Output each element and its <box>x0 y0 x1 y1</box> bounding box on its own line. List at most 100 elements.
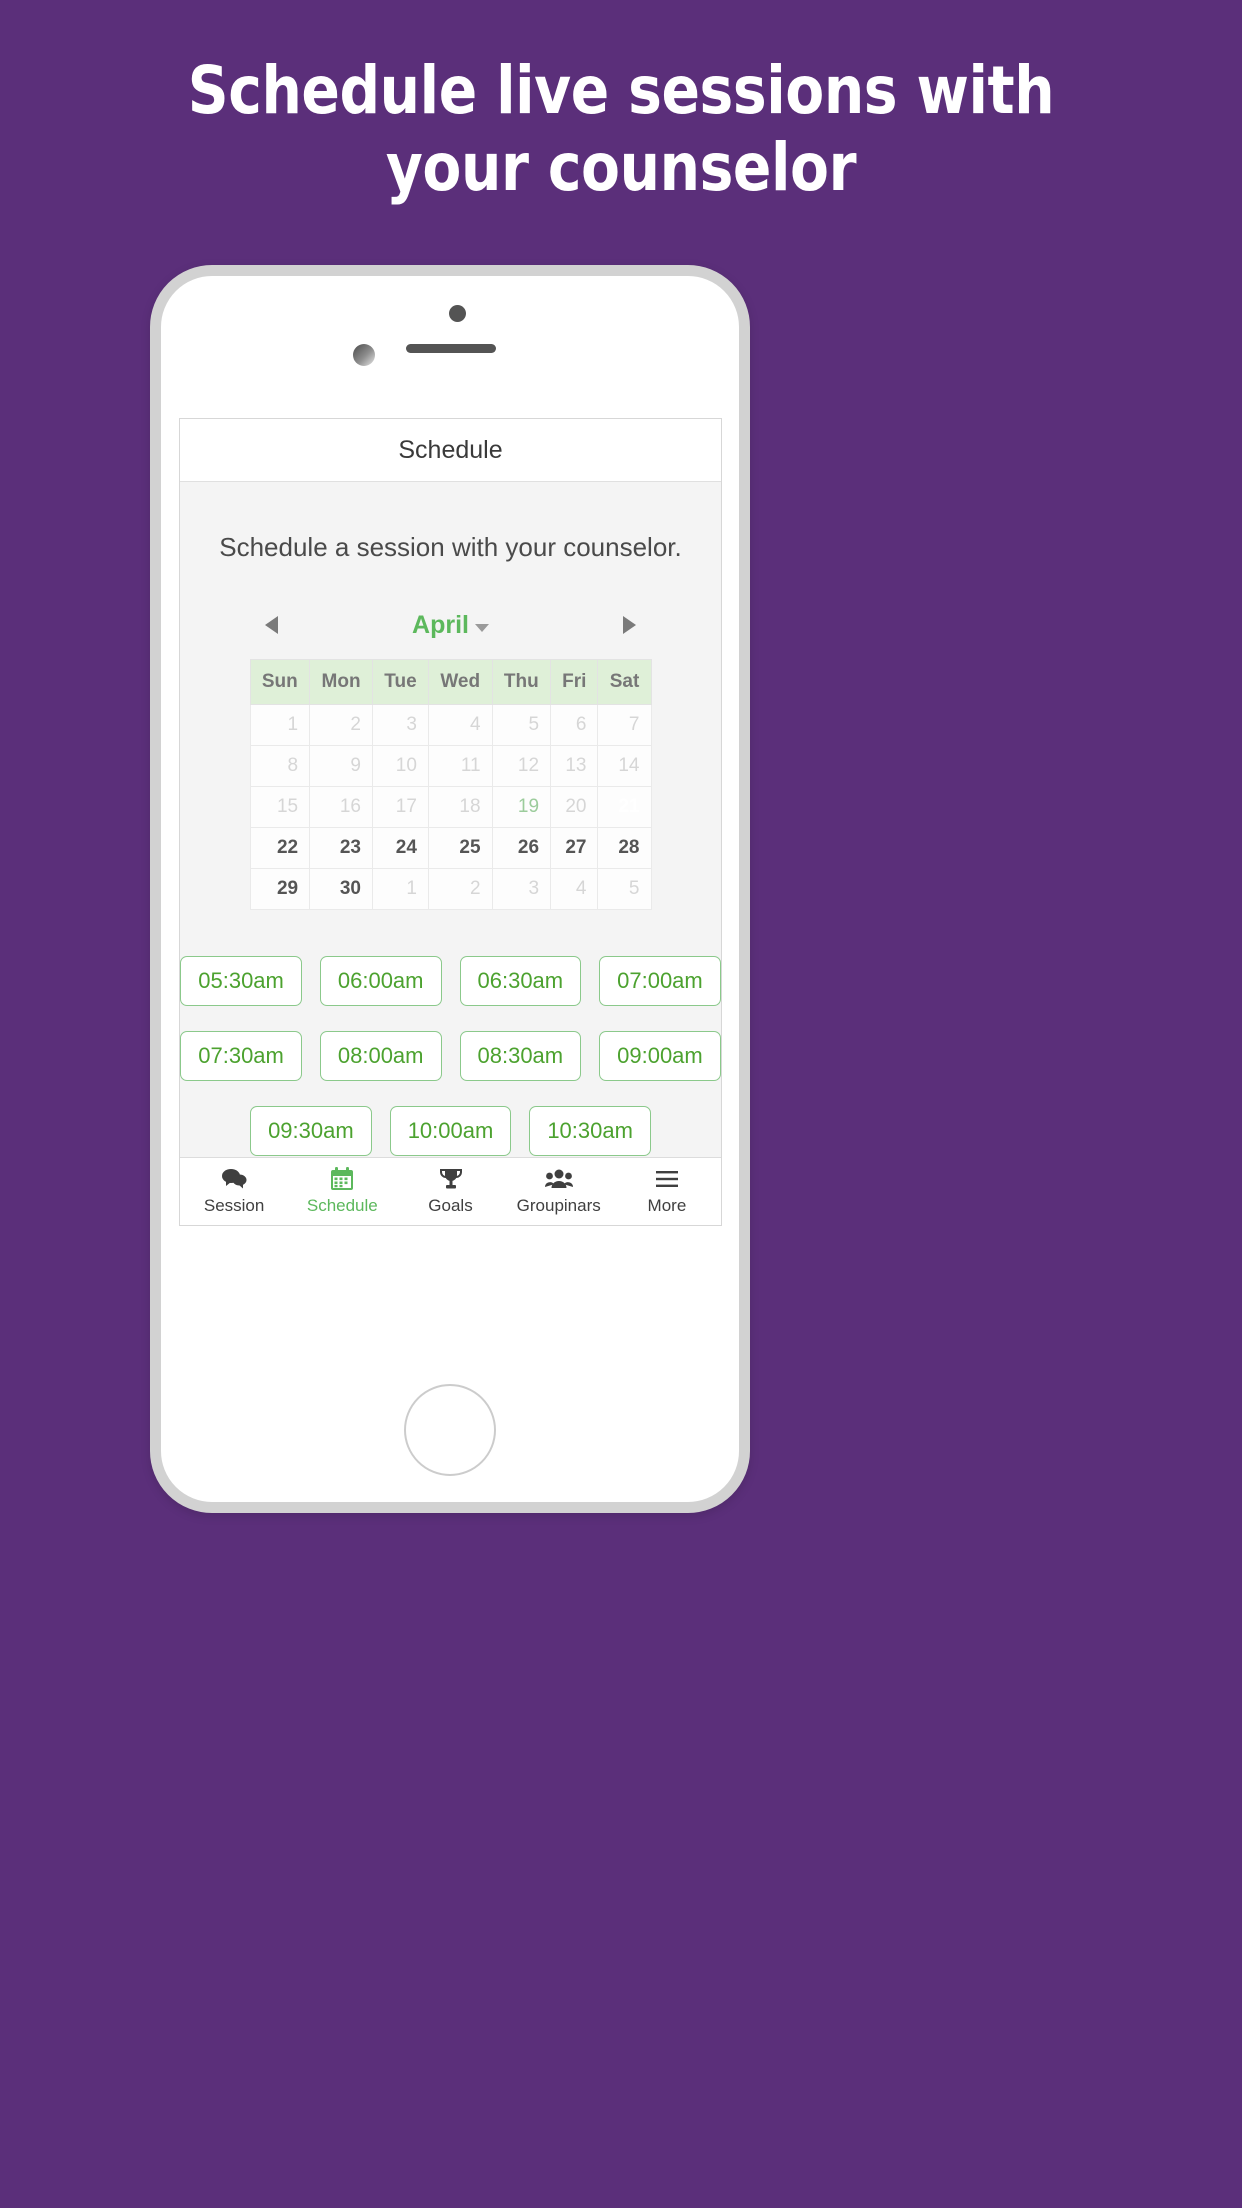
calendar-day-cell[interactable]: 5 <box>491 704 552 746</box>
tab-label: Session <box>203 1196 265 1215</box>
chat-bubbles-icon <box>221 1167 247 1191</box>
bottom-tab-bar: Session Schedule Goals Groupinars More <box>180 1157 721 1225</box>
calendar-day-cell[interactable]: 14 <box>597 745 652 787</box>
tab-groupinars[interactable]: Groupinars <box>505 1158 613 1225</box>
calendar-week-row: 22 23 24 25 26 27 28 <box>249 827 652 869</box>
calendar-day-cell[interactable]: 20 <box>550 786 599 828</box>
calendar-day-cell[interactable]: 16 <box>309 786 373 828</box>
calendar-week-row: 15 16 17 18 19 20 21 <box>249 786 652 828</box>
calendar-weekday-header: Sun Mon Tue Wed Thu Fri Sat <box>249 659 652 705</box>
time-slot-button[interactable]: 08:00am <box>319 1031 442 1081</box>
calendar-day-cell[interactable]: 5 <box>597 868 652 910</box>
calendar-day-cell[interactable]: 23 <box>309 827 373 869</box>
app-screen: Schedule Schedule a session with your co… <box>179 418 722 1226</box>
tab-more[interactable]: More <box>613 1158 721 1225</box>
time-slot-button[interactable]: 10:00am <box>389 1106 512 1156</box>
app-header-title: Schedule <box>398 435 503 464</box>
time-slot-button[interactable]: 05:30am <box>180 956 302 1006</box>
calendar-icon <box>330 1167 354 1191</box>
calendar-day-selected[interactable]: 21 <box>597 786 652 828</box>
time-slot-button[interactable]: 10:30am <box>529 1106 651 1156</box>
time-slot-row: 05:30am 06:00am 06:30am 07:00am <box>180 956 721 1006</box>
calendar-day-cell[interactable]: 9 <box>309 745 373 787</box>
calendar-day-cell[interactable]: 18 <box>427 786 493 828</box>
calendar-week-row: 8 9 10 11 12 13 14 <box>249 745 652 787</box>
sensor-dot-icon <box>449 305 466 322</box>
tab-session[interactable]: Session <box>180 1158 288 1225</box>
tab-label: Groupinars <box>516 1196 601 1215</box>
calendar-next-button[interactable] <box>599 615 659 635</box>
tab-goals[interactable]: Goals <box>396 1158 504 1225</box>
page-headline: Schedule live sessions with your counsel… <box>187 52 1055 207</box>
calendar-day-cell[interactable]: 27 <box>550 827 599 869</box>
calendar-day-cell[interactable]: 26 <box>491 827 552 869</box>
calendar-day-cell[interactable]: 29 <box>249 868 311 910</box>
time-slot-row: 07:30am 08:00am 08:30am 09:00am <box>180 1031 721 1081</box>
page-subtitle: Schedule a session with your counselor. <box>219 532 682 562</box>
calendar-day-cell[interactable]: 1 <box>372 868 429 910</box>
chevron-right-icon <box>623 616 636 634</box>
calendar-weekday-thu: Thu <box>491 659 552 705</box>
calendar-day-cell[interactable]: 28 <box>597 827 652 869</box>
app-body: Schedule a session with your counselor. … <box>180 482 721 1157</box>
tab-label: Schedule <box>306 1196 378 1215</box>
tab-schedule[interactable]: Schedule <box>288 1158 396 1225</box>
phone-body: Schedule Schedule a session with your co… <box>150 265 750 1513</box>
home-button[interactable] <box>404 1384 496 1476</box>
calendar-nav: April <box>180 605 721 645</box>
calendar-month-selector[interactable]: April <box>302 611 599 640</box>
tab-label: Goals <box>428 1196 473 1215</box>
time-slot-button[interactable]: 06:00am <box>319 956 442 1006</box>
calendar-day-cell[interactable]: 17 <box>372 786 429 828</box>
hamburger-icon <box>655 1167 679 1191</box>
calendar-weekday-sun: Sun <box>249 659 311 705</box>
calendar-week-row: 1234567 <box>249 704 652 746</box>
calendar-day-cell[interactable]: 7 <box>597 704 652 746</box>
calendar-weekday-mon: Mon <box>309 659 373 705</box>
tab-label: More <box>647 1196 687 1215</box>
calendar-weekday-fri: Fri <box>550 659 599 705</box>
phone-mockup: Schedule Schedule a session with your co… <box>150 265 750 1513</box>
calendar-day-cell[interactable]: 3 <box>491 868 552 910</box>
calendar-day-cell[interactable]: 2 <box>427 868 493 910</box>
time-slot-button[interactable]: 07:30am <box>180 1031 302 1081</box>
trophy-icon <box>439 1167 463 1191</box>
calendar-grid: Sun Mon Tue Wed Thu Fri Sat 1 2 3 4 5 6 7 8 9 10 11 12 13 1… <box>249 659 652 910</box>
calendar-day-cell[interactable]: 1 <box>249 704 311 746</box>
time-slot-button[interactable]: 08:30am <box>459 1031 582 1081</box>
users-icon <box>544 1167 573 1191</box>
calendar-weekday-wed: Wed <box>427 659 493 705</box>
time-slot-button[interactable]: 06:30am <box>459 956 582 1006</box>
camera-dot-icon <box>353 344 375 366</box>
calendar-day-cell[interactable]: 2 <box>309 704 373 746</box>
calendar-day-cell[interactable]: 30 <box>309 868 373 910</box>
time-slot-button[interactable]: 09:30am <box>250 1106 372 1156</box>
speaker-grill-icon <box>406 344 496 353</box>
calendar-prev-button[interactable] <box>242 615 302 635</box>
calendar-weekday-tue: Tue <box>372 659 429 705</box>
calendar-day-cell[interactable]: 19 <box>491 786 552 828</box>
calendar-day-cell[interactable]: 11 <box>427 745 493 787</box>
calendar-month-label: April <box>412 610 469 639</box>
calendar-day-cell[interactable]: 13 <box>550 745 599 787</box>
calendar-day-cell[interactable]: 25 <box>427 827 493 869</box>
calendar-day-cell[interactable]: 15 <box>249 786 311 828</box>
calendar-day-cell[interactable]: 8 <box>249 745 311 787</box>
caret-down-icon <box>474 623 489 632</box>
time-slot-button[interactable]: 07:00am <box>599 956 721 1006</box>
app-header: Schedule <box>180 419 721 482</box>
calendar-day-cell[interactable]: 24 <box>372 827 429 869</box>
chevron-left-icon <box>265 616 278 634</box>
calendar-week-row: 29 30 1 2 3 4 5 <box>249 868 652 910</box>
calendar-day-cell[interactable]: 6 <box>550 704 599 746</box>
calendar-weekday-sat: Sat <box>597 659 652 705</box>
time-slot-row: 09:30am 10:00am 10:30am <box>180 1106 721 1156</box>
calendar-day-cell[interactable]: 10 <box>372 745 429 787</box>
calendar-day-cell[interactable]: 22 <box>249 827 311 869</box>
calendar-day-cell[interactable]: 3 <box>372 704 429 746</box>
calendar-day-cell[interactable]: 4 <box>427 704 493 746</box>
calendar-day-cell[interactable]: 4 <box>550 868 599 910</box>
calendar-day-cell[interactable]: 12 <box>491 745 552 787</box>
time-slot-list: 05:30am 06:00am 06:30am 07:00am 07:30am 08:00… <box>180 956 721 1156</box>
time-slot-button[interactable]: 09:00am <box>599 1031 721 1081</box>
